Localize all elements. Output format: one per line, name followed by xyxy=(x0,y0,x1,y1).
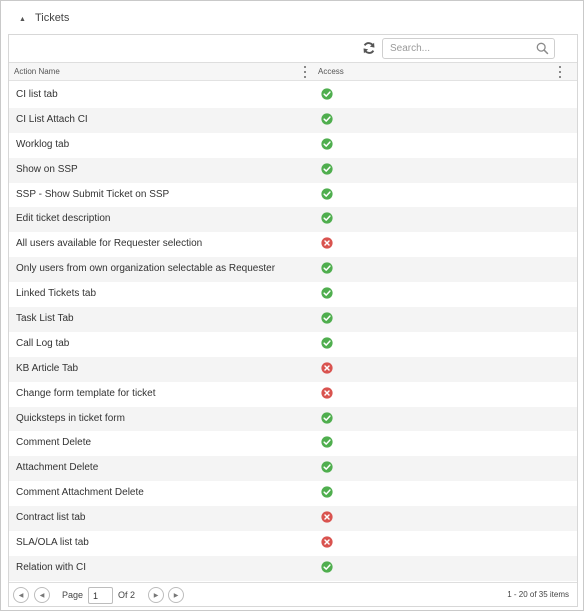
action-name-cell: CI List Attach CI xyxy=(16,113,88,125)
grid-toolbar xyxy=(9,35,577,63)
search-icon[interactable] xyxy=(536,42,549,55)
table-row[interactable]: Edit ticket description xyxy=(9,207,577,233)
action-name-cell: Edit ticket description xyxy=(16,213,111,225)
access-allowed-icon[interactable] xyxy=(321,262,333,274)
search-input[interactable] xyxy=(383,39,528,58)
action-name-cell: Call Log tab xyxy=(16,337,70,349)
table-row[interactable]: Comment Attachment Delete xyxy=(9,481,577,506)
access-denied-icon[interactable] xyxy=(321,237,333,249)
previous-page-icon: ◀ xyxy=(39,592,45,599)
table-row[interactable]: Comment Delete xyxy=(9,431,577,456)
items-info: 1 - 20 of 35 items xyxy=(507,590,569,599)
table-row[interactable]: Worklog tab xyxy=(9,133,577,158)
access-allowed-icon[interactable] xyxy=(321,486,333,498)
page-label: Page xyxy=(62,590,84,600)
table-row[interactable]: SLA/OLA list tab xyxy=(9,531,577,556)
last-page-button[interactable]: ▶ xyxy=(168,587,184,603)
permissions-grid: Action Name Access CI list tab CI List At… xyxy=(8,34,578,607)
action-name-cell: Change form template for ticket xyxy=(16,387,156,399)
access-denied-icon[interactable] xyxy=(321,362,333,374)
first-page-button[interactable]: ◀ xyxy=(13,587,29,603)
pager: ◀ ◀ Page Of 2 ▶ ▶ 1 - 20 of 35 items xyxy=(9,582,577,606)
refresh-icon[interactable] xyxy=(362,41,376,55)
action-name-cell: Only users from own organization selecta… xyxy=(16,263,276,275)
table-row[interactable]: Relation with CI xyxy=(9,555,577,581)
table-row[interactable]: Task List Tab xyxy=(9,307,577,332)
action-name-cell: Comment Delete xyxy=(16,437,92,449)
search-box xyxy=(382,38,555,59)
access-denied-icon[interactable] xyxy=(321,387,333,399)
action-name-cell: CI list tab xyxy=(16,89,58,100)
previous-page-button[interactable]: ◀ xyxy=(34,587,50,603)
access-allowed-icon[interactable] xyxy=(321,187,333,200)
access-allowed-icon[interactable] xyxy=(321,212,333,225)
access-allowed-icon[interactable] xyxy=(321,287,333,299)
access-denied-icon[interactable] xyxy=(321,511,333,523)
first-page-icon: ◀ xyxy=(18,592,24,599)
action-name-cell: Comment Attachment Delete xyxy=(16,487,144,499)
column-menu-icon[interactable] xyxy=(302,66,308,78)
table-row[interactable]: CI List Attach CI xyxy=(9,107,577,133)
next-page-icon: ▶ xyxy=(153,592,159,599)
action-name-cell: Quicksteps in ticket form xyxy=(16,412,125,424)
table-row[interactable]: All users available for Requester select… xyxy=(9,232,577,257)
table-row[interactable]: SSP - Show Submit Ticket on SSP xyxy=(9,183,577,208)
next-page-button[interactable]: ▶ xyxy=(148,587,164,603)
table-row[interactable]: Change form template for ticket xyxy=(9,382,577,407)
access-allowed-icon[interactable] xyxy=(321,461,333,473)
access-allowed-icon[interactable] xyxy=(321,113,333,125)
access-allowed-icon[interactable] xyxy=(321,88,333,100)
access-allowed-icon[interactable] xyxy=(321,312,333,324)
table-row[interactable]: Call Log tab xyxy=(9,332,577,357)
action-name-cell: Contract list tab xyxy=(16,512,86,524)
page-count-label: Of 2 xyxy=(118,590,136,600)
access-allowed-icon[interactable] xyxy=(321,138,333,150)
action-name-cell: KB Article Tab xyxy=(16,362,79,374)
access-allowed-icon[interactable] xyxy=(321,163,333,175)
table-row[interactable]: Attachment Delete xyxy=(9,456,577,482)
table-row[interactable]: Only users from own organization selecta… xyxy=(9,257,577,283)
collapse-triangle-icon[interactable]: ▲ xyxy=(19,16,26,23)
action-name-cell: All users available for Requester select… xyxy=(16,238,203,250)
grid-header: Action Name Access xyxy=(9,63,577,81)
table-row[interactable]: Contract list tab xyxy=(9,506,577,532)
section-header[interactable]: ▲ Tickets xyxy=(1,1,584,35)
action-name-cell: Relation with CI xyxy=(16,561,87,573)
column-menu-icon[interactable] xyxy=(557,66,563,78)
table-row[interactable]: CI list tab xyxy=(9,83,577,108)
table-row[interactable]: Linked Tickets tab xyxy=(9,282,577,307)
access-allowed-icon[interactable] xyxy=(321,411,333,424)
action-name-cell: Linked Tickets tab xyxy=(16,288,97,300)
section-title: Tickets xyxy=(34,12,70,24)
action-name-cell: SSP - Show Submit Ticket on SSP xyxy=(16,188,170,200)
access-allowed-icon[interactable] xyxy=(321,561,333,573)
table-row[interactable]: Quicksteps in ticket form xyxy=(9,406,577,432)
action-name-cell: SLA/OLA list tab xyxy=(16,537,89,549)
action-name-cell: Task List Tab xyxy=(16,313,74,325)
action-name-cell: Attachment Delete xyxy=(16,462,99,474)
access-allowed-icon[interactable] xyxy=(321,436,333,449)
last-page-icon: ▶ xyxy=(173,592,179,599)
column-header-access[interactable]: Access xyxy=(318,63,344,81)
column-header-action-name[interactable]: Action Name xyxy=(14,63,60,81)
table-row[interactable]: KB Article Tab xyxy=(9,356,577,382)
tickets-panel: ▲ Tickets Action Name Access xyxy=(0,0,584,611)
access-allowed-icon[interactable] xyxy=(321,337,333,349)
action-name-cell: Worklog tab xyxy=(16,138,70,150)
access-denied-icon[interactable] xyxy=(321,536,333,548)
action-name-cell: Show on SSP xyxy=(16,163,78,175)
grid-body: CI list tab CI List Attach CI Worklog tab S… xyxy=(9,83,577,581)
table-row[interactable]: Show on SSP xyxy=(9,157,577,183)
page-number-input[interactable] xyxy=(88,587,113,604)
